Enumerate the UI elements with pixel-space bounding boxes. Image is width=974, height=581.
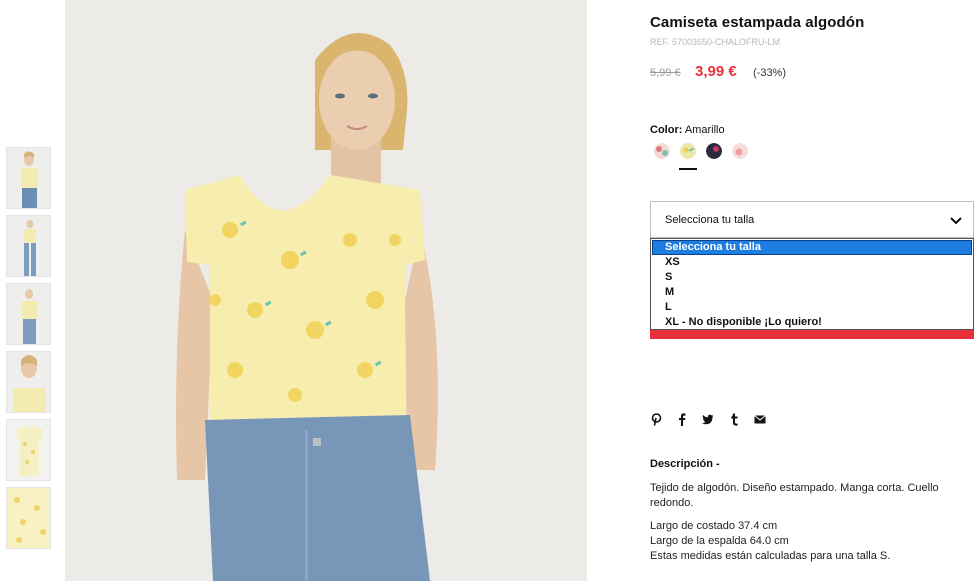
measurements: Largo de costado 37.4 cm Largo de la esp… <box>650 519 968 564</box>
product-info-panel: Camiseta estampada algodón REF. 57003650… <box>650 0 974 581</box>
description-text: Tejido de algodón. Diseño estampado. Man… <box>650 482 939 509</box>
product-reference: REF. 57003650-CHALOFRU-LM <box>650 37 781 47</box>
thumbnail-3[interactable] <box>6 283 51 345</box>
size-option-placeholder[interactable]: Selecciona tu talla <box>652 240 972 255</box>
thumbnail-4[interactable] <box>6 351 51 413</box>
size-option-m[interactable]: M <box>665 286 674 298</box>
size-select-label: Selecciona tu talla <box>665 214 755 226</box>
size-option-xs[interactable]: XS <box>665 256 680 268</box>
color-swatches <box>654 143 748 159</box>
measure-note: Estas medidas están calculadas para una … <box>650 550 891 562</box>
size-option-s[interactable]: S <box>665 271 672 283</box>
size-option-l[interactable]: L <box>665 301 672 313</box>
color-label-row: Color: Amarillo <box>650 124 725 136</box>
thumbnail-list <box>6 147 51 555</box>
selected-swatch-indicator <box>679 168 697 170</box>
swatch-navy[interactable] <box>706 143 722 159</box>
measure-side-length: Largo de costado 37.4 cm <box>650 520 778 532</box>
sale-price: 3,99 € <box>695 63 737 80</box>
product-title: Camiseta estampada algodón <box>650 14 865 31</box>
thumbnail-5[interactable] <box>6 419 51 481</box>
color-label: Color: <box>650 124 683 136</box>
size-select[interactable]: Selecciona tu talla <box>650 201 974 238</box>
thumbnail-6[interactable] <box>6 487 51 549</box>
email-icon[interactable] <box>754 412 766 426</box>
size-option-xl[interactable]: XL - No disponible ¡Lo quiero! <box>665 316 822 328</box>
original-price: 5,99 € <box>650 67 681 79</box>
product-main-image[interactable] <box>65 0 587 581</box>
tumblr-icon[interactable] <box>728 412 740 426</box>
thumbnail-1[interactable] <box>6 147 51 209</box>
swatch-yellow[interactable] <box>680 143 696 159</box>
description-title: Descripción - <box>650 458 720 470</box>
twitter-icon[interactable] <box>702 412 714 426</box>
discount-badge: (-33%) <box>753 67 787 79</box>
swatch-pink[interactable] <box>732 143 748 159</box>
thumbnail-2[interactable] <box>6 215 51 277</box>
size-dropdown-list: Selecciona tu talla XS S M L XL - No dis… <box>650 238 974 330</box>
facebook-icon[interactable] <box>676 412 688 426</box>
chevron-down-icon <box>950 217 962 225</box>
color-value: Amarillo <box>684 124 725 136</box>
swatch-floral[interactable] <box>654 143 670 159</box>
measure-back-length: Largo de la espalda 64.0 cm <box>650 535 789 547</box>
pinterest-icon[interactable] <box>650 412 662 426</box>
share-icons <box>650 412 766 426</box>
add-to-cart-button[interactable] <box>650 330 974 339</box>
